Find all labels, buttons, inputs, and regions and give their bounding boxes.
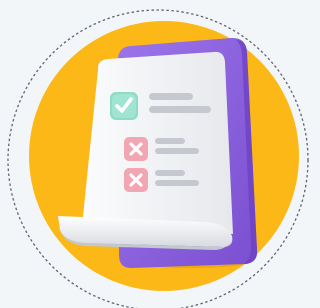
- text-line: [155, 170, 185, 176]
- text-line: [149, 106, 211, 113]
- text-line: [155, 138, 185, 144]
- checklist-illustration: [0, 0, 316, 308]
- text-line: [155, 148, 199, 154]
- text-line: [149, 93, 193, 100]
- text-line: [155, 180, 199, 186]
- illustration-canvas: [7, 9, 309, 308]
